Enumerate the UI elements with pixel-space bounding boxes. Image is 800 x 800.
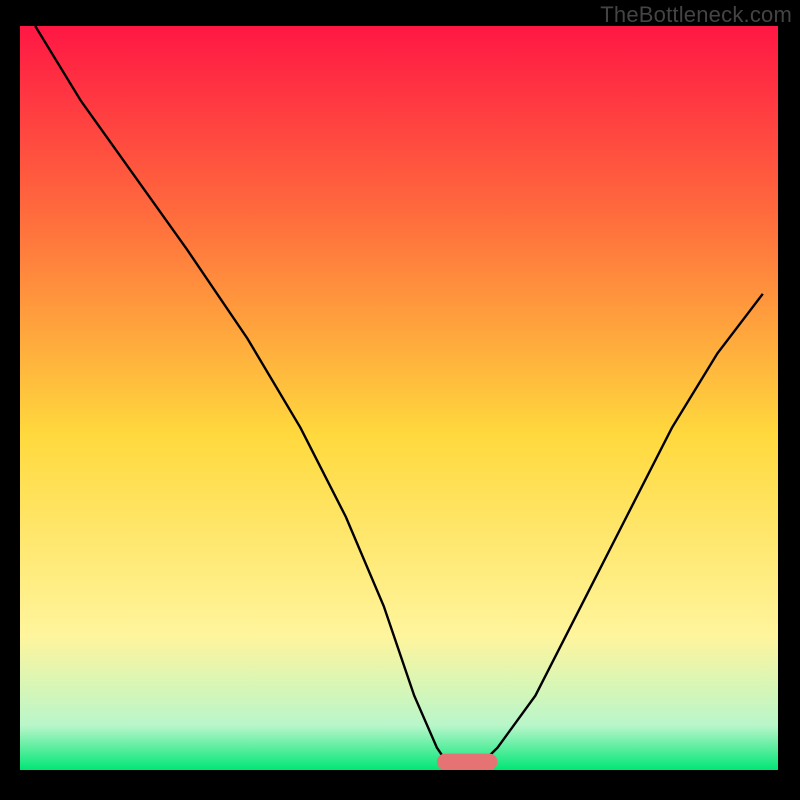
watermark-label: TheBottleneck.com: [600, 2, 792, 28]
frame-bottom: [0, 770, 800, 800]
chart-container: TheBottleneck.com: [0, 0, 800, 800]
frame-right: [778, 0, 800, 800]
optimal-marker: [437, 754, 498, 770]
plot-area: [20, 26, 778, 770]
frame-left: [0, 0, 20, 800]
bottleneck-chart: [0, 0, 800, 800]
